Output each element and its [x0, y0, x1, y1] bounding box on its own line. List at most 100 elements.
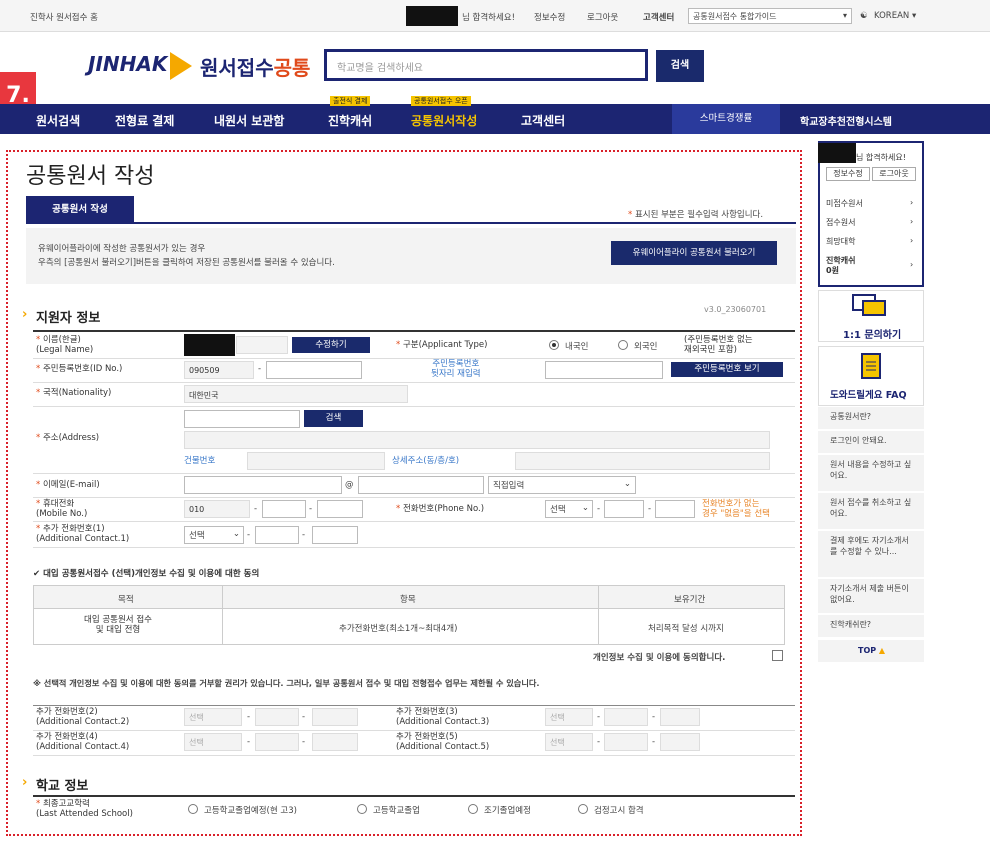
- id-front-input[interactable]: 090509: [184, 361, 254, 379]
- logout-link[interactable]: 로그아웃: [587, 11, 618, 23]
- faq-item[interactable]: 진학캐쉬란?: [818, 615, 924, 637]
- school-opt4-radio[interactable]: [578, 804, 588, 814]
- table-divider: [222, 585, 223, 645]
- faq-item[interactable]: 원서 내용을 수정하고 싶어요.: [818, 455, 924, 491]
- customer-center-link[interactable]: 고객센터: [643, 11, 674, 23]
- edit-info-link[interactable]: 정보수정: [534, 11, 565, 23]
- row-divider: [33, 755, 795, 756]
- add-contact3-mid: [604, 708, 648, 726]
- nav-item-common-form[interactable]: 공통원서작성: [411, 112, 477, 129]
- sidebar-item-submitted[interactable]: 접수원서: [826, 217, 855, 228]
- add-contact1-select[interactable]: 선택 ⌄: [184, 526, 244, 544]
- address-search-button[interactable]: 검색: [304, 410, 363, 427]
- detail-address-field[interactable]: [515, 452, 770, 470]
- add-contact4-mid: [255, 733, 299, 751]
- mobile-prefix[interactable]: 010: [184, 500, 250, 518]
- search-box[interactable]: 학교명을 검색하세요: [324, 49, 648, 81]
- zipcode-input[interactable]: [184, 410, 300, 428]
- school-opt1-radio[interactable]: [188, 804, 198, 814]
- name-input[interactable]: [236, 336, 288, 354]
- logo[interactable]: JINHAK: [88, 52, 167, 76]
- mobile-mid-input[interactable]: [262, 500, 306, 518]
- add-contact2-last: [312, 708, 358, 726]
- sidebar-item-unsubmitted[interactable]: 미접수원서: [826, 198, 863, 209]
- id-label: * 주민등록번호(ID No.): [36, 364, 123, 374]
- consent-notice: ※ 선택적 개인정보 수집 및 이용에 대한 동의를 거부할 권리가 있습니다.…: [33, 678, 540, 688]
- sidebar-item-wish[interactable]: 희망대학: [826, 236, 855, 247]
- email-domain-select[interactable]: 직접입력 ⌄: [488, 476, 636, 494]
- guide-select[interactable]: 공통원서접수 통합가이드 ▾: [688, 8, 852, 24]
- top-button[interactable]: TOP ▲: [858, 646, 885, 655]
- sidebar-edit-info-button[interactable]: 정보수정: [826, 167, 870, 181]
- dash: -: [309, 504, 313, 514]
- consent-agree-checkbox[interactable]: [772, 650, 783, 661]
- consent-agree-label: 개인정보 수집 및 이용에 동의합니다.: [593, 653, 726, 663]
- sidebar-logout-button[interactable]: 로그아웃: [872, 167, 916, 181]
- mobile-last-input[interactable]: [317, 500, 363, 518]
- chevron-right-icon: ›: [910, 198, 914, 207]
- c2-label: 추가 전화번호(2): [36, 707, 98, 717]
- id-reinput-line2: 뒷자리 재입력: [431, 369, 481, 379]
- email-domain-input[interactable]: [358, 476, 484, 494]
- school-opt2-radio[interactable]: [357, 804, 367, 814]
- sidebar-greeting: 님 합격하세요!: [856, 153, 906, 162]
- view-id-button[interactable]: 주민등록번호 보기: [671, 362, 783, 377]
- nav-item-payment[interactable]: 전형료 결제: [115, 112, 174, 129]
- add-contact1-mid[interactable]: [255, 526, 299, 544]
- add-contact4-select: 선택: [184, 733, 242, 751]
- address-label-text: 주소(Address): [42, 433, 100, 443]
- faq-item[interactable]: 로그인이 안돼요.: [818, 431, 924, 453]
- faq-item[interactable]: 공통원서란?: [818, 407, 924, 429]
- nav-item-search[interactable]: 원서검색: [36, 112, 80, 129]
- phone-mid-input[interactable]: [604, 500, 644, 518]
- add-contact5-mid: [604, 733, 648, 751]
- top-bar: 진학사 원서접수 홈 님 합격하세요! 정보수정 로그아웃 고객센터 공통원서접…: [0, 0, 990, 32]
- smart-competition-button[interactable]: 스마트경쟁률: [672, 104, 780, 134]
- search-button[interactable]: 검색: [656, 50, 704, 82]
- nav-item-customer[interactable]: 고객센터: [521, 112, 565, 129]
- id-reinput-field[interactable]: [545, 361, 663, 379]
- faq-item[interactable]: 자기소개서 제출 버튼이 없어요.: [818, 579, 924, 613]
- nav-item-cash[interactable]: 진학캐쉬: [328, 112, 372, 129]
- search-input-placeholder: 학교명을 검색하세요: [337, 63, 423, 74]
- phone-last-input[interactable]: [655, 500, 695, 518]
- type-label-text: 구분(Applicant Type): [402, 340, 488, 350]
- language-select[interactable]: KOREAN ▾: [874, 11, 916, 21]
- email-label: * 이메일(E-mail): [36, 480, 100, 490]
- col-period: 보유기간: [674, 595, 706, 605]
- section-divider: [33, 795, 795, 797]
- language-label: KOREAN: [874, 11, 910, 21]
- school-recommend-link[interactable]: 학교장추천전형시스템: [800, 113, 892, 128]
- c3-select-label: 선택: [550, 713, 565, 722]
- school-opt3-radio[interactable]: [468, 804, 478, 814]
- phone-area-select[interactable]: 선택 ⌄: [545, 500, 593, 518]
- chevron-right-icon: ›: [910, 260, 914, 269]
- info-line-2: 우측의 [공통원서 불러오기]버튼을 클릭하여 저장된 공통원서를 불러올 수 …: [38, 258, 335, 268]
- version-text: v3.0_23060701: [704, 305, 767, 314]
- nav-item-storage[interactable]: 내원서 보관함: [214, 112, 284, 129]
- chevron-down-icon: ▾: [842, 11, 847, 20]
- id-front-value: 090509: [189, 366, 220, 375]
- document-icon: [860, 352, 882, 380]
- edit-name-button[interactable]: 수정하기: [292, 337, 370, 353]
- email-id-input[interactable]: [184, 476, 342, 494]
- faq-item[interactable]: 원서 접수를 취소하고 싶어요.: [818, 493, 924, 529]
- type-foreign-radio[interactable]: [618, 340, 628, 350]
- home-link[interactable]: 진학사 원서접수 홈: [30, 11, 98, 23]
- sidebar-cash-value: 0원: [826, 266, 839, 275]
- logo-title-text: 원서접수: [200, 56, 274, 80]
- row-divider: [33, 358, 795, 359]
- c5-label: 추가 전화번호(5): [396, 732, 458, 742]
- section-school-title: 학교 정보: [36, 779, 89, 794]
- load-uway-form-button[interactable]: 유웨이어플라이 공통원서 불러오기: [611, 241, 777, 265]
- triangle-up-icon: ▲: [878, 646, 886, 655]
- nation-label: * 국적(Nationality): [36, 388, 112, 398]
- faq-item[interactable]: 결제 후에도 자기소개서를 수정할 수 있나...: [818, 531, 924, 577]
- type-domestic-radio[interactable]: [549, 340, 559, 350]
- id-back-input[interactable]: [266, 361, 362, 379]
- chevron-right-icon: ›: [910, 217, 914, 226]
- common-open-badge: 공통원서접수 오픈: [411, 96, 471, 106]
- add-contact1-last[interactable]: [312, 526, 358, 544]
- tab-common-form[interactable]: 공통원서 작성: [26, 196, 134, 224]
- c2-label-en: (Additional Contact.2): [36, 717, 130, 727]
